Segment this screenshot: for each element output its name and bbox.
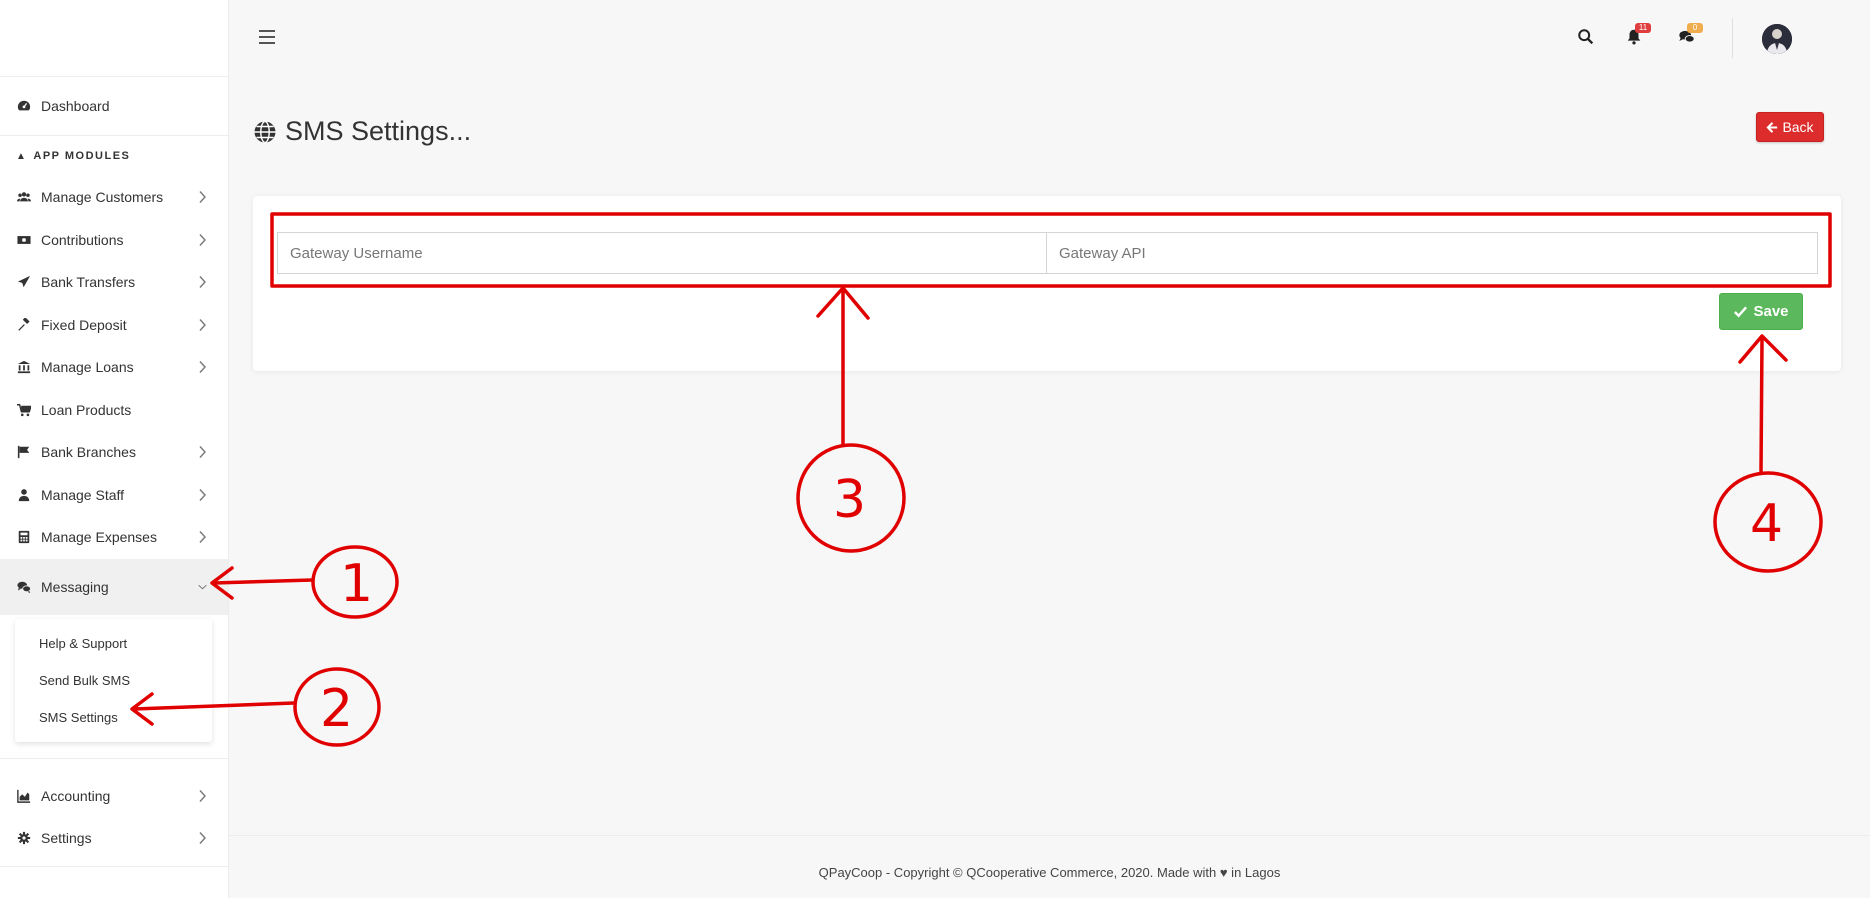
annotation-circle-2 bbox=[293, 667, 381, 747]
search-icon[interactable] bbox=[1577, 28, 1597, 48]
dashboard-icon bbox=[16, 98, 32, 114]
sidebar-item-label: Accounting bbox=[41, 787, 111, 804]
bank-icon bbox=[16, 359, 32, 375]
sidebar-item-loan-products[interactable]: Loan Products bbox=[0, 389, 228, 432]
notifications-badge: 11 bbox=[1635, 23, 1651, 33]
money-icon bbox=[16, 232, 32, 248]
sidebar-item-label: Manage Staff bbox=[41, 486, 125, 503]
user-icon bbox=[16, 487, 32, 503]
messaging-submenu: Help & Support Send Bulk SMS SMS Setting… bbox=[15, 618, 212, 742]
users-icon bbox=[16, 189, 32, 205]
chevron-right-icon bbox=[198, 191, 207, 204]
chevron-right-icon bbox=[198, 789, 207, 802]
annotation-label-2: 2 bbox=[320, 679, 353, 739]
sidebar-item-label: Settings bbox=[41, 830, 92, 847]
chevron-right-icon bbox=[198, 361, 207, 374]
sidebar-item-label: Manage Customers bbox=[41, 189, 164, 206]
globe-icon bbox=[254, 120, 276, 143]
submenu-item-sms-settings[interactable]: SMS Settings bbox=[15, 699, 212, 736]
chevron-right-icon bbox=[198, 318, 207, 331]
arrow-left-icon bbox=[1766, 121, 1778, 133]
annotation-label-3: 3 bbox=[833, 470, 866, 530]
hamburger-menu-icon[interactable] bbox=[259, 30, 275, 44]
annotation-circle-1 bbox=[311, 545, 399, 619]
sidebar-item-label: Fixed Deposit bbox=[41, 316, 127, 333]
brand-area bbox=[0, 0, 228, 77]
sidebar-item-manage-customers[interactable]: Manage Customers bbox=[0, 176, 228, 219]
messages-badge: 0 bbox=[1687, 23, 1703, 33]
gateway-username-input[interactable] bbox=[277, 232, 1047, 274]
chevron-down-icon bbox=[198, 580, 207, 593]
section-app-modules: ▲ APP MODULES bbox=[16, 150, 131, 162]
sidebar-item-label: Bank Transfers bbox=[41, 274, 136, 291]
sidebar-item-label: Manage Loans bbox=[41, 359, 134, 376]
sidebar-item-settings[interactable]: Settings bbox=[0, 817, 228, 860]
chevron-right-icon bbox=[198, 276, 207, 289]
area-chart-icon bbox=[16, 788, 32, 804]
chevron-right-icon bbox=[198, 832, 207, 845]
sidebar-item-accounting[interactable]: Accounting bbox=[0, 775, 228, 818]
topbar-divider bbox=[1732, 18, 1733, 58]
page-title: SMS Settings... bbox=[253, 116, 471, 147]
sidebar-item-contributions[interactable]: Contributions bbox=[0, 219, 228, 262]
sidebar-item-label: Dashboard bbox=[41, 98, 110, 114]
sidebar-item-dashboard[interactable]: Dashboard bbox=[0, 77, 228, 136]
gear-icon bbox=[16, 830, 32, 846]
chevron-right-icon bbox=[198, 531, 207, 544]
comments-icon bbox=[16, 579, 32, 595]
sms-settings-card: Save bbox=[253, 196, 1841, 371]
sidebar-item-manage-loans[interactable]: Manage Loans bbox=[0, 346, 228, 389]
paper-plane-icon bbox=[16, 274, 32, 290]
footer-copyright: QPayCoop - Copyright © QCooperative Comm… bbox=[818, 865, 1281, 880]
annotation-label-1: 1 bbox=[340, 554, 373, 614]
annotation-circle-3 bbox=[796, 443, 906, 553]
sidebar-item-messaging[interactable]: Messaging bbox=[0, 558, 228, 615]
check-icon bbox=[1734, 306, 1748, 318]
chevron-right-icon bbox=[198, 488, 207, 501]
messages-icon[interactable]: 0 bbox=[1677, 23, 1703, 48]
save-button[interactable]: Save bbox=[1719, 293, 1803, 330]
chevron-right-icon bbox=[198, 446, 207, 459]
sidebar-item-label: Manage Expenses bbox=[41, 529, 157, 546]
notifications-bell-icon[interactable]: 11 bbox=[1625, 23, 1651, 48]
topbar: 11 0 bbox=[229, 10, 1870, 70]
footer-divider bbox=[229, 835, 1870, 836]
chevron-right-icon bbox=[198, 233, 207, 246]
tree-icon: ▲ bbox=[16, 150, 28, 162]
submenu-item-send-bulk-sms[interactable]: Send Bulk SMS bbox=[15, 662, 212, 699]
sidebar-item-label: Bank Branches bbox=[41, 444, 136, 461]
sidebar-item-label: Contributions bbox=[41, 231, 124, 248]
flag-icon bbox=[16, 444, 32, 460]
sidebar-item-manage-expenses[interactable]: Manage Expenses bbox=[0, 516, 228, 559]
gateway-api-input[interactable] bbox=[1046, 232, 1818, 274]
submenu-item-help-support[interactable]: Help & Support bbox=[15, 625, 212, 662]
annotation-label-4: 4 bbox=[1750, 494, 1783, 554]
sidebar: Dashboard ▲ APP MODULES Manage Customers… bbox=[0, 0, 229, 898]
sidebar-divider bbox=[0, 865, 228, 867]
back-button[interactable]: Back bbox=[1756, 112, 1824, 142]
annotation-circle-4 bbox=[1713, 471, 1823, 573]
user-avatar[interactable] bbox=[1762, 24, 1792, 54]
sidebar-item-bank-branches[interactable]: Bank Branches bbox=[0, 431, 228, 474]
sidebar-item-fixed-deposit[interactable]: Fixed Deposit bbox=[0, 304, 228, 347]
sidebar-item-label: Messaging bbox=[41, 578, 109, 595]
cart-icon bbox=[16, 402, 32, 418]
gavel-icon bbox=[16, 317, 32, 333]
sidebar-item-label: Loan Products bbox=[41, 401, 132, 418]
calculator-icon bbox=[16, 529, 32, 545]
sidebar-item-manage-staff[interactable]: Manage Staff bbox=[0, 474, 228, 517]
sidebar-item-bank-transfers[interactable]: Bank Transfers bbox=[0, 261, 228, 304]
